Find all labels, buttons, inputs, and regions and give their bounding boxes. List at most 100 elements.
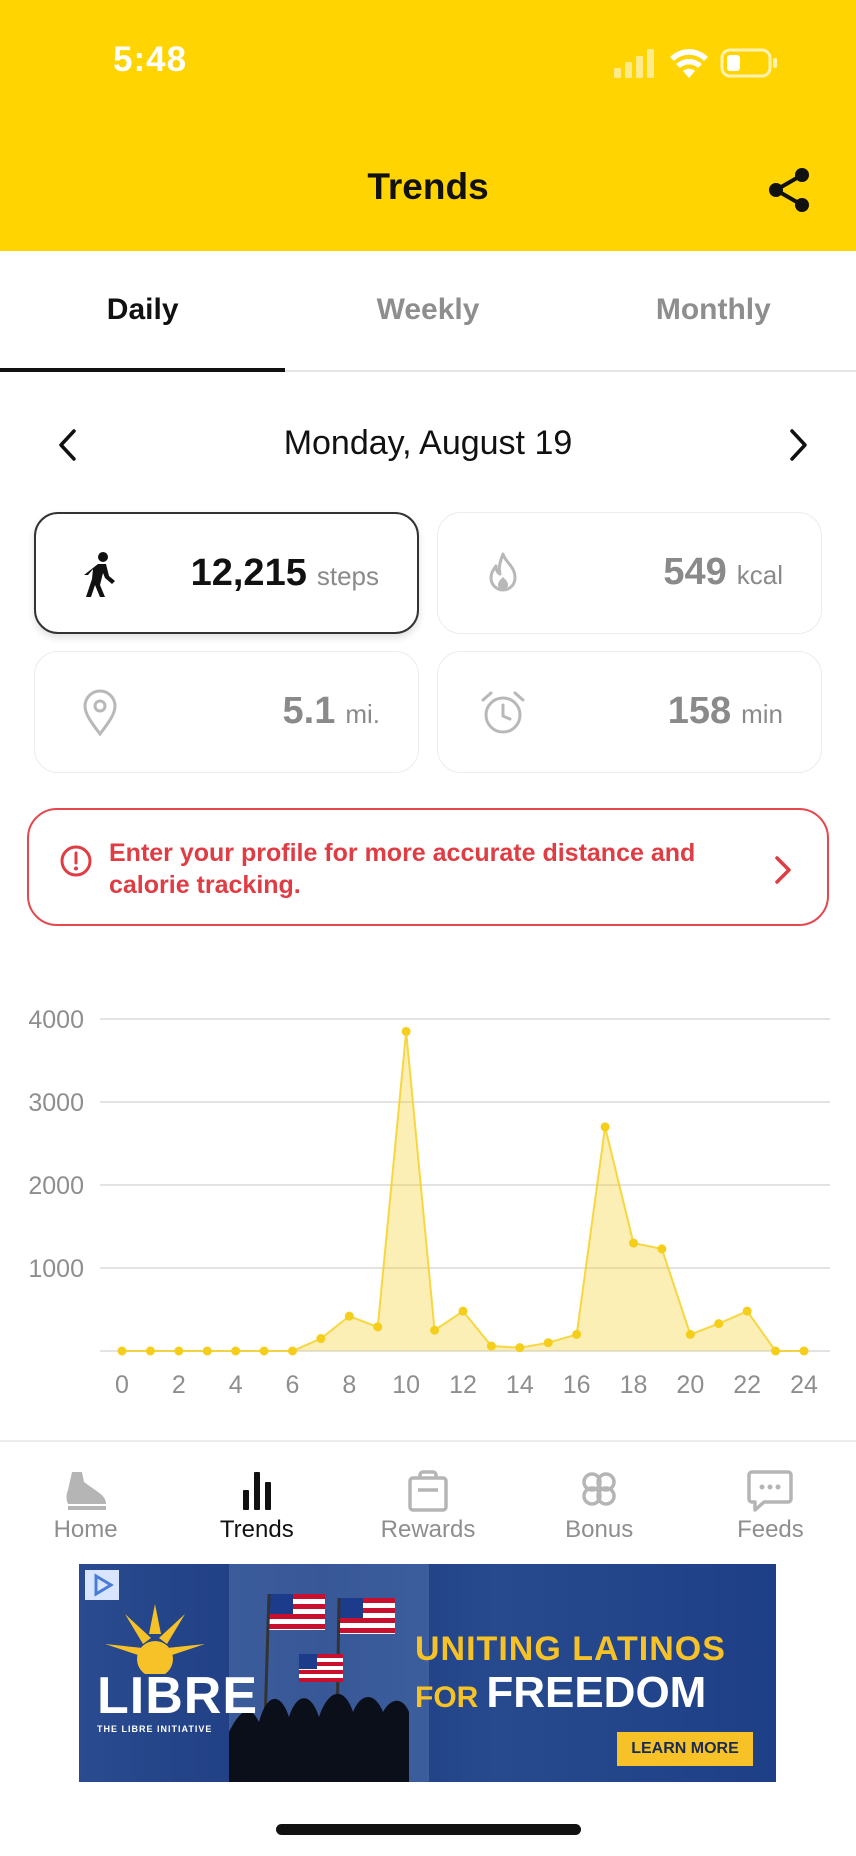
- data-point: [685, 1329, 695, 1339]
- bar-chart-icon: [242, 1472, 271, 1510]
- calories-value: 549: [663, 551, 727, 593]
- y-tick-label: 4000: [28, 1006, 84, 1034]
- active-time-unit: min: [741, 699, 783, 729]
- ad-brand-subtitle: THE LIBRE INITIATIVE: [97, 1724, 213, 1734]
- ad-learn-more-button[interactable]: LEARN MORE: [617, 1732, 753, 1766]
- nav-rewards[interactable]: Rewards: [342, 1442, 513, 1560]
- data-point: [515, 1343, 525, 1353]
- home-indicator: [276, 1824, 581, 1835]
- shopping-bag-icon: [408, 1470, 448, 1512]
- data-point: [401, 1026, 411, 1036]
- data-point: [373, 1322, 383, 1332]
- distance-card[interactable]: 5.1 mi.: [34, 651, 419, 773]
- data-point: [742, 1306, 752, 1316]
- data-point: [259, 1346, 269, 1356]
- sunburst-logo-icon: [105, 1604, 205, 1674]
- walking-person-icon: [84, 552, 115, 597]
- tab-daily[interactable]: Daily: [0, 251, 286, 372]
- status-time: 5:48: [113, 40, 188, 79]
- bottom-navigation: Home Trends Rewards Bonus Feeds: [0, 1440, 856, 1560]
- steps-line: [122, 1031, 804, 1352]
- wifi-icon: [670, 49, 708, 78]
- page-title: Trends: [367, 166, 489, 207]
- ad-headline-freedom: FREEDOM: [486, 1668, 707, 1717]
- data-point: [430, 1325, 440, 1335]
- steps-value: 12,215: [190, 552, 307, 594]
- ad-brand-name: LIBRE: [97, 1667, 258, 1725]
- crowd-with-flags-image: [229, 1564, 429, 1782]
- ad-headline-line2: FOR FREEDOM: [415, 1668, 706, 1718]
- x-tick-label: 24: [790, 1371, 818, 1399]
- x-tick-label: 22: [733, 1371, 761, 1399]
- alert-message: Enter your profile for more accurate dis…: [109, 839, 696, 899]
- distance-value: 5.1: [282, 690, 336, 732]
- y-tick-label: 2000: [28, 1172, 84, 1200]
- status-icons: [614, 48, 777, 78]
- cellular-signal-icon: [614, 49, 654, 78]
- next-day-button[interactable]: [772, 420, 822, 470]
- nav-bonus[interactable]: Bonus: [514, 1442, 685, 1560]
- data-point: [202, 1346, 212, 1356]
- steps-unit: steps: [316, 561, 379, 591]
- x-tick-label: 16: [563, 1371, 591, 1399]
- share-button[interactable]: [762, 162, 818, 218]
- data-point: [486, 1341, 496, 1351]
- calories-unit: kcal: [736, 560, 783, 590]
- data-point: [543, 1338, 553, 1348]
- data-point: [117, 1346, 127, 1356]
- header-bar: 5:48 Trends: [0, 0, 856, 251]
- alarm-clock-icon: [481, 691, 525, 734]
- tab-weekly[interactable]: Weekly: [285, 251, 570, 370]
- share-icon: [769, 168, 809, 212]
- profile-alert-banner[interactable]: Enter your profile for more accurate dis…: [27, 808, 829, 926]
- nav-bonus-label: Bonus: [565, 1516, 634, 1543]
- data-point: [344, 1311, 354, 1321]
- steps-card[interactable]: 12,215 steps: [34, 512, 419, 634]
- data-point: [799, 1346, 809, 1356]
- nav-feeds[interactable]: Feeds: [685, 1442, 856, 1560]
- x-tick-label: 12: [449, 1371, 477, 1399]
- x-tick-label: 2: [172, 1371, 186, 1399]
- data-point: [657, 1244, 667, 1254]
- chevron-right-icon: [775, 856, 791, 884]
- date-label: Monday, August 19: [283, 424, 573, 462]
- x-tick-label: 18: [620, 1371, 648, 1399]
- data-point: [231, 1346, 241, 1356]
- ad-headline-line1: UNITING LATINOS: [415, 1630, 726, 1668]
- battery-icon: [720, 48, 777, 78]
- data-point: [145, 1346, 155, 1356]
- active-time-card[interactable]: 158 min: [437, 651, 822, 773]
- nav-home[interactable]: Home: [0, 1442, 171, 1560]
- data-point: [458, 1306, 468, 1316]
- period-tabs: Daily Weekly Monthly: [0, 251, 856, 372]
- data-point: [572, 1329, 582, 1339]
- ad-banner[interactable]: LIBRE THE LIBRE INITIATIVE UNITING LATIN…: [79, 1564, 776, 1782]
- data-point: [771, 1346, 781, 1356]
- ad-choices-icon[interactable]: [85, 1570, 119, 1600]
- flag-icon: [299, 1654, 343, 1682]
- calories-card[interactable]: 549 kcal: [437, 512, 822, 634]
- nav-rewards-label: Rewards: [380, 1516, 476, 1543]
- x-tick-label: 6: [286, 1371, 300, 1399]
- chevron-right-icon: [790, 429, 807, 461]
- nav-trends[interactable]: Trends: [171, 1442, 342, 1560]
- x-tick-label: 14: [506, 1371, 534, 1399]
- nav-trends-label: Trends: [219, 1516, 294, 1543]
- x-tick-label: 20: [676, 1371, 704, 1399]
- flame-icon: [489, 552, 517, 592]
- y-tick-label: 3000: [28, 1089, 84, 1117]
- location-pin-icon: [83, 689, 117, 737]
- chat-bubble-icon: [747, 1470, 794, 1512]
- data-point: [316, 1334, 326, 1344]
- x-tick-label: 10: [392, 1371, 420, 1399]
- alert-circle-icon: [60, 845, 92, 877]
- x-tick-label: 4: [229, 1371, 243, 1399]
- active-time-value: 158: [667, 690, 732, 732]
- clover-icon: [582, 1472, 616, 1506]
- distance-unit: mi.: [345, 699, 380, 729]
- data-point: [629, 1238, 638, 1248]
- nav-home-label: Home: [53, 1516, 118, 1543]
- data-point: [600, 1122, 610, 1132]
- data-point: [288, 1346, 297, 1356]
- tab-monthly[interactable]: Monthly: [571, 251, 856, 370]
